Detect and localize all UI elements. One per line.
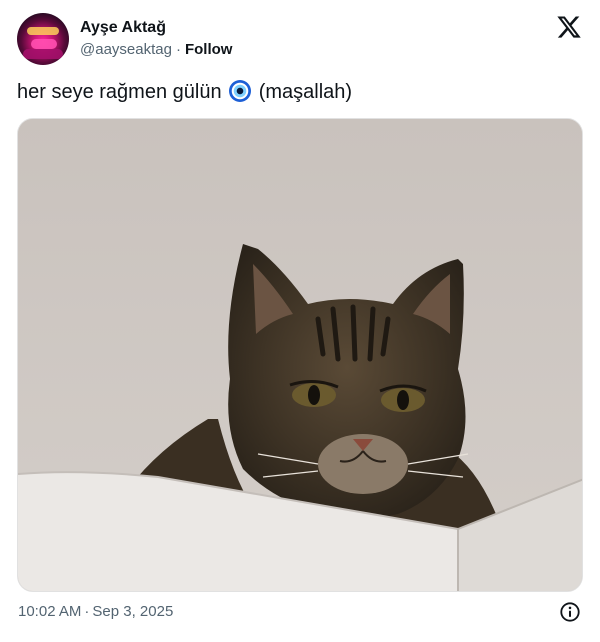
tweet-text-main: her seye rağmen gülün [17,81,222,103]
nazar-amulet-emoji-icon [229,80,252,102]
tweet-timestamp[interactable]: 10:02 AM · Sep 3, 2025 [18,603,173,621]
tweet-time: 10:02 AM [18,603,82,620]
tweet-date: Sep 3, 2025 [92,603,174,620]
avatar-light [27,27,59,35]
follow-button[interactable]: Follow [185,41,233,58]
separator-dot: · [175,41,181,58]
handle-row: @aayseaktag · Follow [80,41,232,59]
avatar-light [23,49,63,59]
cat-photo [18,119,582,591]
info-icon[interactable] [559,601,581,623]
avatar[interactable] [17,13,69,65]
x-logo-icon[interactable] [556,14,582,40]
avatar-light [31,39,57,49]
tweet-photo[interactable] [17,118,583,592]
separator-dot: · [84,603,90,620]
display-name[interactable]: Ayşe Aktağ [80,18,166,38]
user-handle[interactable]: @aayseaktag [80,41,172,58]
tweet-text-tail: (maşallah) [258,81,353,103]
tweet-text: her seye rağmen gülün (maşallah) [17,79,352,105]
